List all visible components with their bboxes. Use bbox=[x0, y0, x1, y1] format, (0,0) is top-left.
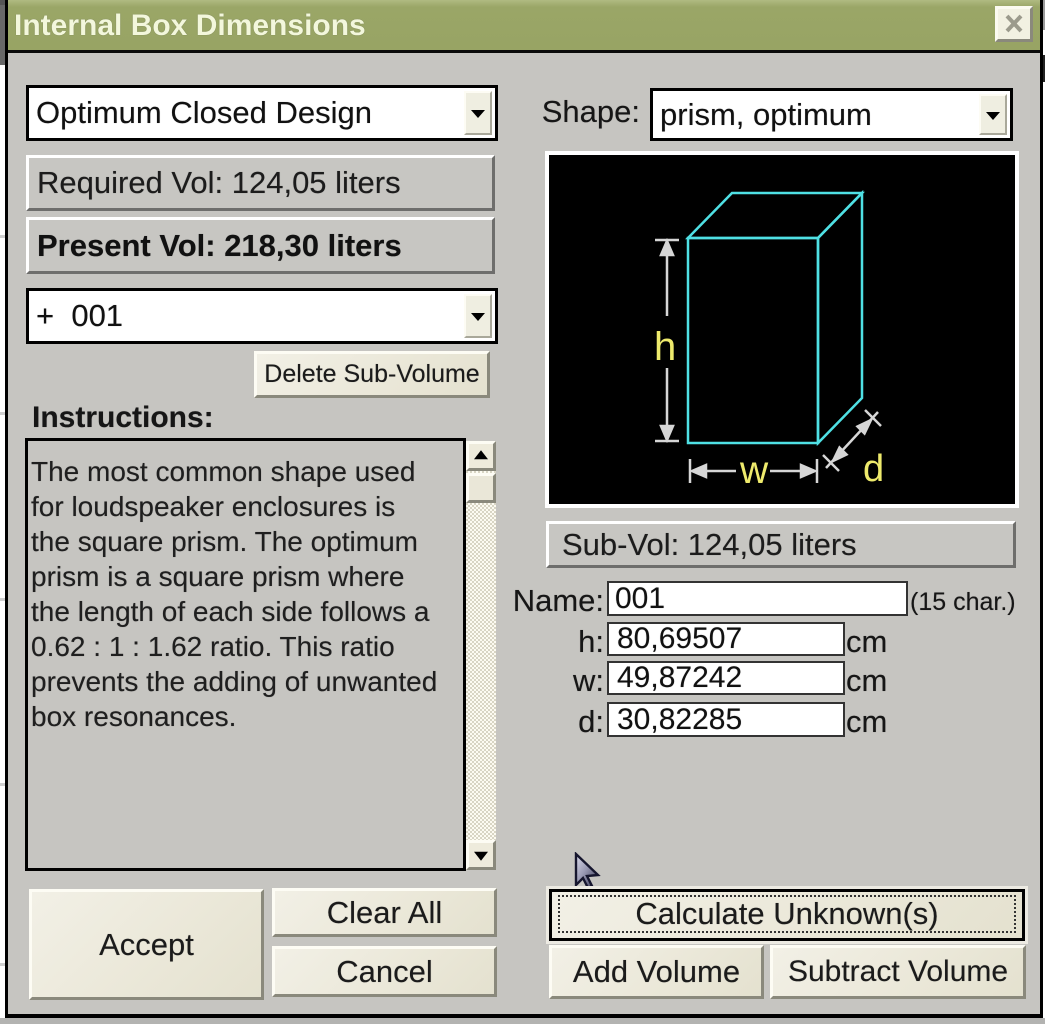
svg-text:h: h bbox=[654, 325, 676, 369]
svg-text:d: d bbox=[863, 448, 884, 490]
svg-text:w: w bbox=[739, 449, 769, 492]
